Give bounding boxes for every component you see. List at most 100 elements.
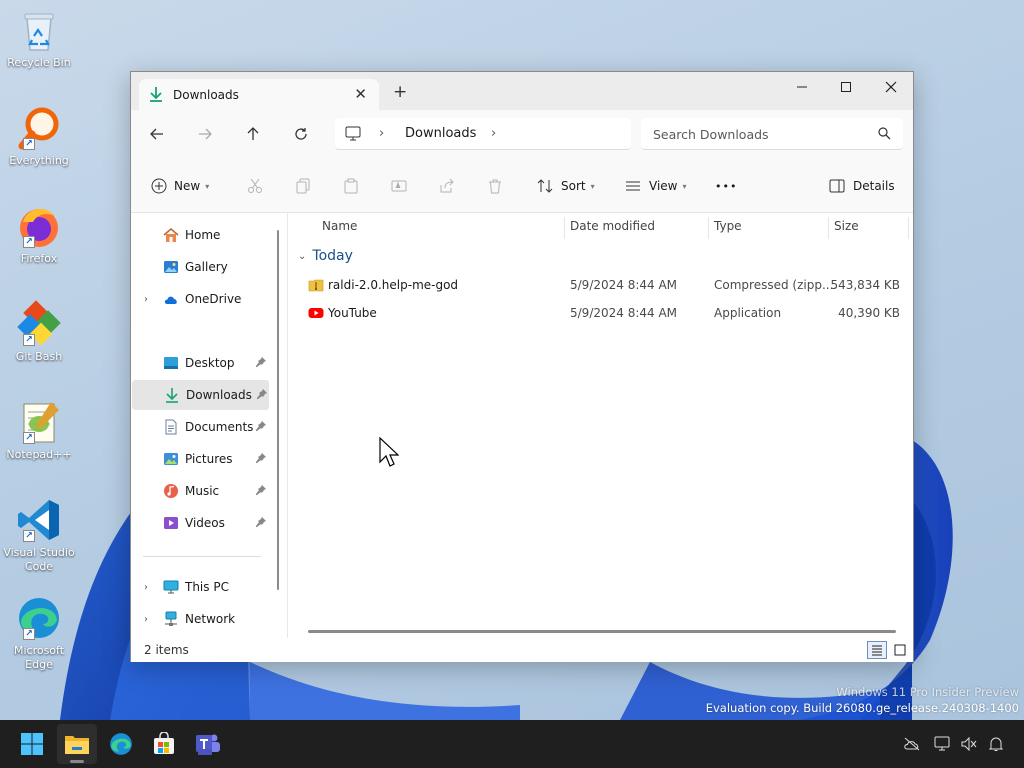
file-type: Application [714,306,782,320]
nav-item-network[interactable]: › Network [131,604,271,634]
tray-network[interactable] [933,734,953,754]
taskbar [0,720,1024,768]
refresh-button[interactable] [289,123,313,145]
edge-icon [110,733,132,755]
delete-button[interactable] [487,176,503,196]
new-button-label: New [174,179,201,193]
minimize-button[interactable] [779,72,825,102]
shortcut-arrow-icon: ↗ [23,432,35,444]
tray-volume[interactable] [959,734,979,754]
nav-label: Desktop [185,356,235,370]
breadcrumb-separator[interactable]: › [379,126,384,141]
network-monitor-icon [934,736,950,751]
monitor-icon [345,126,361,141]
pin-icon[interactable] [255,516,267,528]
search-input[interactable] [653,125,863,143]
tab-downloads[interactable]: Downloads ✕ [139,79,379,110]
rename-button[interactable] [391,176,407,196]
desktop-icon-edge[interactable]: ↗ Microsoft Edge [2,594,76,672]
nav-pane-scrollbar[interactable] [277,230,279,590]
paste-button[interactable] [343,176,359,196]
desktop-icon-recycle-bin[interactable]: Recycle Bin [2,6,76,70]
column-header-type[interactable]: Type [714,219,742,233]
desktop-icon-git-bash[interactable]: ↗ Git Bash [2,300,76,364]
table-row[interactable]: YouTube 5/9/2024 8:44 AM Application 40,… [304,300,910,326]
desktop-icon-label: Visual Studio Code [3,546,75,573]
back-button[interactable] [145,123,169,145]
nav-item-documents[interactable]: Documents [131,412,271,442]
horizontal-scrollbar[interactable] [308,630,896,633]
taskbar-edge[interactable] [101,724,141,764]
nav-item-pictures[interactable]: Pictures [131,444,271,474]
videos-icon [164,517,178,529]
close-window-button[interactable] [868,72,914,102]
details-view-button[interactable] [867,641,887,659]
cut-button[interactable] [247,176,263,196]
table-row[interactable]: raldi-2.0.help-me-god 5/9/2024 8:44 AM C… [304,272,910,298]
watermark-line2: Evaluation copy. Build 26080.ge_release.… [705,701,1019,715]
column-divider[interactable] [828,217,829,239]
chevron-right-icon[interactable]: › [144,582,148,593]
nav-label: Network [185,612,236,626]
copy-icon [296,178,310,194]
column-divider[interactable] [708,217,709,239]
nav-item-downloads[interactable]: Downloads [132,380,269,410]
share-button[interactable] [439,176,455,196]
taskbar-file-explorer[interactable] [57,724,97,764]
maximize-button[interactable] [823,72,869,102]
copy-button[interactable] [295,176,311,196]
details-pane-button[interactable]: Details [829,176,895,196]
tray-notifications[interactable] [986,734,1006,754]
sort-button[interactable]: Sort ▾ [537,176,595,196]
start-button[interactable] [12,724,52,764]
pin-icon[interactable] [255,356,267,368]
pin-icon[interactable] [256,388,268,400]
chevron-right-icon[interactable]: › [144,294,148,305]
pin-icon[interactable] [255,452,267,464]
pin-icon[interactable] [255,484,267,496]
nav-item-home[interactable]: Home [131,220,271,250]
breadcrumb-downloads[interactable]: Downloads [405,126,476,141]
tray-onedrive-offline[interactable] [902,734,922,754]
file-date: 5/9/2024 8:44 AM [570,278,678,292]
pin-icon[interactable] [255,420,267,432]
nav-item-videos[interactable]: Videos [131,508,271,538]
breadcrumb-separator[interactable]: › [491,126,496,141]
column-header-date-modified[interactable]: Date modified [570,219,655,233]
new-tab-button[interactable]: + [393,84,407,101]
up-button[interactable] [241,123,265,145]
tab-close-button[interactable]: ✕ [354,85,367,103]
arrow-up-icon [247,127,259,140]
nav-item-onedrive[interactable]: › OneDrive [131,284,271,314]
nav-item-music[interactable]: Music [131,476,271,506]
nav-item-this-pc[interactable]: › This PC [131,572,271,602]
tab-title: Downloads [173,88,239,102]
desktop-icon-notepadpp[interactable]: ↗ Notepad++ [2,398,76,462]
column-divider[interactable] [564,217,565,239]
tiles-view-button[interactable] [890,641,910,659]
search-box[interactable] [641,118,903,150]
forward-button[interactable] [193,123,217,145]
column-header-size[interactable]: Size [834,219,859,233]
view-button-label: View [649,179,678,193]
view-button[interactable]: View ▾ [625,176,687,196]
desktop-icon-vscode[interactable]: ↗ Visual Studio Code [2,496,76,574]
address-bar[interactable]: › Downloads › [335,118,631,150]
group-header-today[interactable]: ⌄ Today [298,248,353,264]
taskbar-teams[interactable] [188,724,228,764]
nav-label: Pictures [185,452,233,466]
column-header-name[interactable]: Name [322,219,357,233]
desktop-icon-everything[interactable]: ↗ Everything [2,104,76,168]
desktop-folder-icon [164,357,178,369]
view-list-icon [626,181,640,191]
more-options-button[interactable]: ••• [715,176,737,196]
chevron-down-icon: ▾ [590,181,595,191]
new-button[interactable]: New ▾ [151,176,209,196]
taskbar-microsoft-store[interactable] [144,724,184,764]
nav-item-desktop[interactable]: Desktop [131,348,271,378]
nav-item-gallery[interactable]: Gallery [131,252,271,282]
desktop-icon-firefox[interactable]: ↗ Firefox [2,202,76,266]
chevron-right-icon[interactable]: › [144,614,148,625]
watermark-line1: Windows 11 Pro Insider Preview [836,685,1019,699]
column-divider[interactable] [908,217,909,239]
